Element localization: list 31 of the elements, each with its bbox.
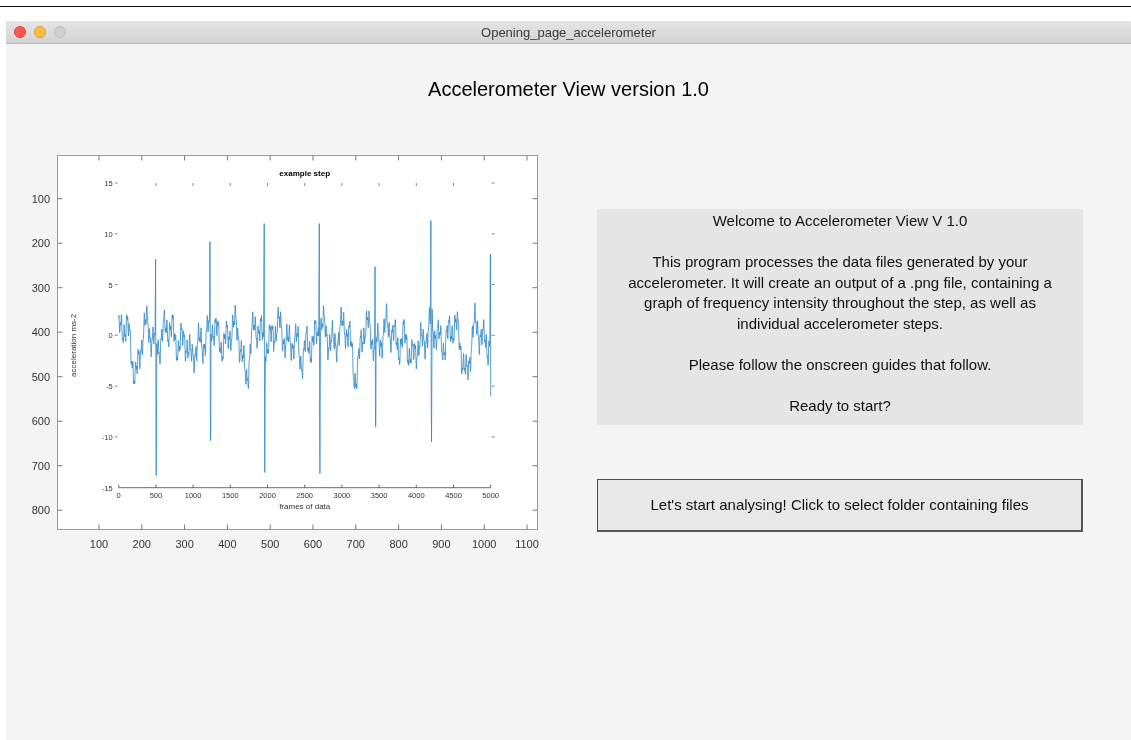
x-tick-label: 700 [346,538,365,550]
x-tick-label: 100 [89,538,109,550]
x-tick-label: 200 [132,538,151,550]
description-text: This program processes the data files generated by your accelerometer. It will create an output of a .png file, containing a graph of frequency intensity throughout the step, as well as individual accelerometer steps. [627,252,1053,334]
window-title: Opening_page_accelerometer [481,25,656,40]
y-tick-label: 600 [31,415,50,428]
start-button[interactable]: Let's start analysing! Click to select folder containing files [597,479,1083,532]
minimize-button[interactable] [34,26,46,38]
x-tick-label: 300 [175,538,194,550]
plot-x-axis-label: frames of data [279,501,331,511]
x-tick-label: 500 [261,538,280,550]
x-tick-label: 1000 [471,538,497,550]
y-tick-label: 400 [31,326,50,339]
plot-title: example step [279,169,331,178]
prompt-text: Ready to start? [788,395,892,416]
close-button[interactable] [14,26,26,38]
instruction-text: Please follow the onscreen guides that follow. [687,354,993,375]
y-tick-label: 300 [31,281,50,294]
x-tick-label: 600 [303,538,323,550]
x-tick-label: 1100 [515,538,539,550]
x-tick-label: 900 [432,538,451,550]
x-tick-label: 400 [218,538,237,550]
y-tick-label: 700 [31,459,50,472]
y-tick-label: 800 [31,504,50,517]
app-heading: Accelerometer View version 1.0 [428,78,709,100]
welcome-text: Welcome to Accelerometer View V 1.0 [711,211,969,231]
y-tick-label: 500 [31,370,50,383]
y-tick-label: 200 [31,237,50,250]
plot-y-axis-label: acceleration ms-2 [69,313,78,377]
x-tick-label: 800 [389,538,408,550]
y-tick-label: 100 [31,192,50,205]
